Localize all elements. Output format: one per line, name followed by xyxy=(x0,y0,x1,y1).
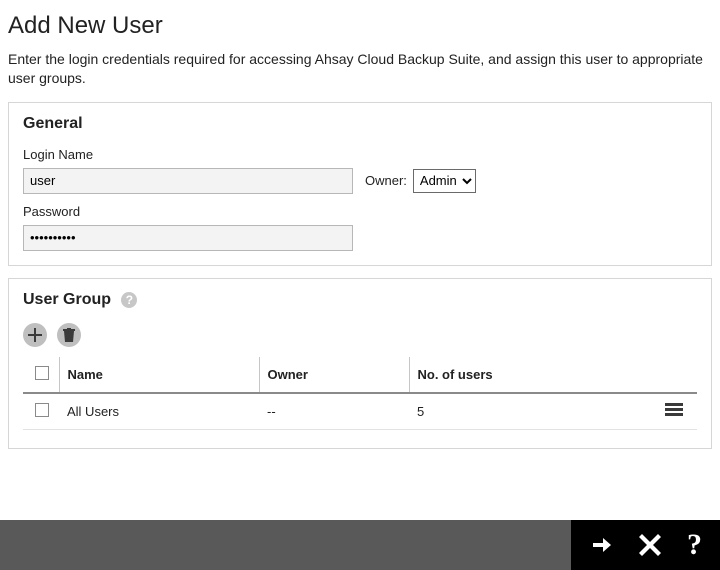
column-num-users: No. of users xyxy=(409,357,697,393)
user-group-panel: User Group ? xyxy=(8,278,712,449)
table-row: All Users -- 5 xyxy=(23,393,697,430)
row-checkbox[interactable] xyxy=(35,403,49,417)
login-name-label: Login Name xyxy=(23,147,697,162)
close-icon xyxy=(639,534,661,556)
trash-icon xyxy=(63,328,75,342)
row-menu-button[interactable] xyxy=(665,405,683,420)
page-title: Add New User xyxy=(8,12,712,40)
delete-button[interactable] xyxy=(57,323,81,347)
cell-owner: -- xyxy=(259,393,409,430)
cell-num-users: 5 xyxy=(409,393,657,430)
help-icon[interactable]: ? xyxy=(121,291,137,309)
arrow-right-icon xyxy=(589,533,613,557)
menu-icon xyxy=(665,403,683,417)
cancel-button[interactable] xyxy=(639,534,661,556)
user-group-table: Name Owner No. of users All Users -- 5 xyxy=(23,357,697,430)
table-header-row: Name Owner No. of users xyxy=(23,357,697,393)
login-name-input[interactable] xyxy=(23,168,353,194)
password-input[interactable] xyxy=(23,225,353,251)
plus-icon xyxy=(28,328,42,342)
bottom-bar: ? xyxy=(0,520,720,570)
general-heading: General xyxy=(23,115,697,133)
password-label: Password xyxy=(23,204,697,219)
column-name: Name xyxy=(59,357,259,393)
select-all-checkbox[interactable] xyxy=(35,366,49,380)
user-group-heading: User Group xyxy=(23,291,111,308)
general-panel: General Login Name Owner: Admin Password xyxy=(8,102,712,266)
help-button[interactable]: ? xyxy=(687,528,702,562)
next-button[interactable] xyxy=(589,533,613,557)
owner-label: Owner: xyxy=(365,173,407,188)
add-button[interactable] xyxy=(23,323,47,347)
page-description: Enter the login credentials required for… xyxy=(8,50,712,88)
cell-name: All Users xyxy=(59,393,259,430)
owner-select[interactable]: Admin xyxy=(413,169,476,193)
column-owner: Owner xyxy=(259,357,409,393)
